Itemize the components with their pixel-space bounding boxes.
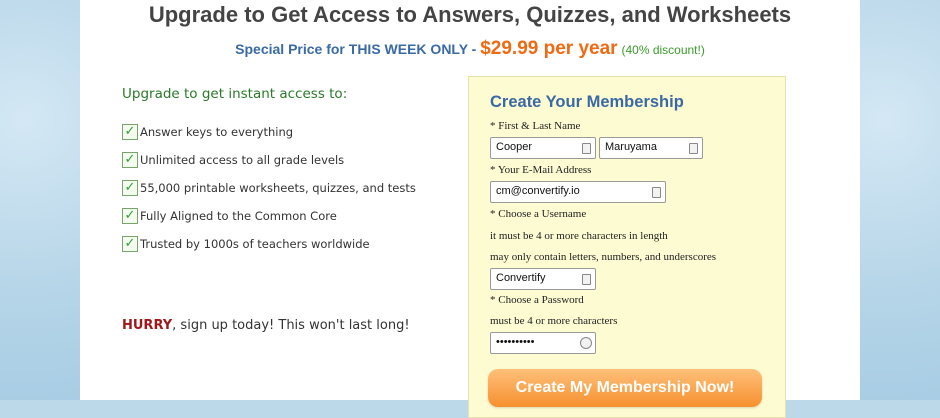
- benefit-item: ✓ Trusted by 1000s of teachers worldwide: [122, 230, 452, 258]
- benefit-label: Answer keys to everything: [140, 125, 294, 139]
- email-label: * Your E-Mail Address: [490, 164, 592, 176]
- page-title: Upgrade to Get Access to Answers, Quizze…: [148, 2, 792, 27]
- email-input[interactable]: cm@convertify.io: [490, 181, 666, 203]
- benefits-list: ✓ Answer keys to everything ✓ Unlimited ac…: [122, 118, 452, 258]
- check-icon: ✓: [122, 236, 138, 252]
- benefit-label: 55,000 printable worksheets, quizzes, an…: [140, 181, 416, 195]
- benefits-title: Upgrade to get instant access to:: [122, 86, 348, 102]
- price-text: $29.99 per year: [480, 38, 618, 59]
- background-right: [860, 0, 940, 400]
- first-name-input[interactable]: Cooper: [490, 137, 596, 159]
- hurry-word: HURRY: [122, 318, 173, 333]
- username-hint-length: it must be 4 or more characters in lengt…: [490, 230, 668, 242]
- benefits-section: Upgrade to get instant access to: ✓ Answe…: [122, 86, 452, 258]
- background-left: [0, 0, 80, 400]
- benefit-item: ✓ 55,000 printable worksheets, quizzes, a…: [122, 174, 452, 202]
- password-reveal-icon[interactable]: [580, 337, 592, 349]
- username-value: Convertify: [496, 272, 546, 284]
- benefit-label: Trusted by 1000s of teachers worldwide: [140, 237, 370, 251]
- username-hint-chars: may only contain letters, numbers, and u…: [490, 251, 717, 263]
- discount-text: (40% discount!): [621, 43, 705, 57]
- password-label: * Choose a Password: [490, 294, 584, 306]
- autofill-icon[interactable]: [582, 274, 591, 285]
- autofill-icon[interactable]: [689, 143, 698, 154]
- special-offer-text: Special Price for THIS WEEK ONLY -: [235, 41, 481, 57]
- password-hint: must be 4 or more characters: [490, 315, 618, 327]
- hurry-text: , sign up today! This won't last long!: [172, 318, 410, 333]
- hurry-message: HURRY, sign up today! This won't last lo…: [122, 318, 410, 333]
- benefit-label: Fully Aligned to the Common Core: [140, 209, 337, 223]
- benefit-item: ✓ Unlimited access to all grade levels: [122, 146, 452, 174]
- create-membership-button[interactable]: Create My Membership Now!: [488, 369, 762, 407]
- autofill-icon[interactable]: [582, 143, 591, 154]
- benefit-label: Unlimited access to all grade levels: [140, 153, 345, 167]
- check-icon: ✓: [122, 180, 138, 196]
- username-input[interactable]: Convertify: [490, 268, 596, 290]
- benefit-item: ✓ Fully Aligned to the Common Core: [122, 202, 452, 230]
- membership-form: Create Your Membership * First & Last Na…: [468, 76, 786, 418]
- price-subheading: Special Price for THIS WEEK ONLY - $29.9…: [80, 38, 860, 60]
- upgrade-panel: Upgrade to Get Access to Answers, Quizze…: [80, 0, 860, 418]
- password-value: ••••••••••: [496, 336, 535, 348]
- form-title: Create Your Membership: [490, 93, 684, 111]
- check-icon: ✓: [122, 124, 138, 140]
- autofill-icon[interactable]: [652, 187, 661, 198]
- check-icon: ✓: [122, 208, 138, 224]
- username-label: * Choose a Username: [490, 208, 587, 220]
- benefit-item: ✓ Answer keys to everything: [122, 118, 452, 146]
- email-value: cm@convertify.io: [496, 185, 580, 197]
- last-name-value: Maruyama: [605, 141, 657, 153]
- password-input[interactable]: ••••••••••: [490, 332, 596, 354]
- check-icon: ✓: [122, 152, 138, 168]
- name-label: * First & Last Name: [490, 120, 581, 132]
- last-name-input[interactable]: Maruyama: [599, 137, 703, 159]
- first-name-value: Cooper: [496, 141, 533, 153]
